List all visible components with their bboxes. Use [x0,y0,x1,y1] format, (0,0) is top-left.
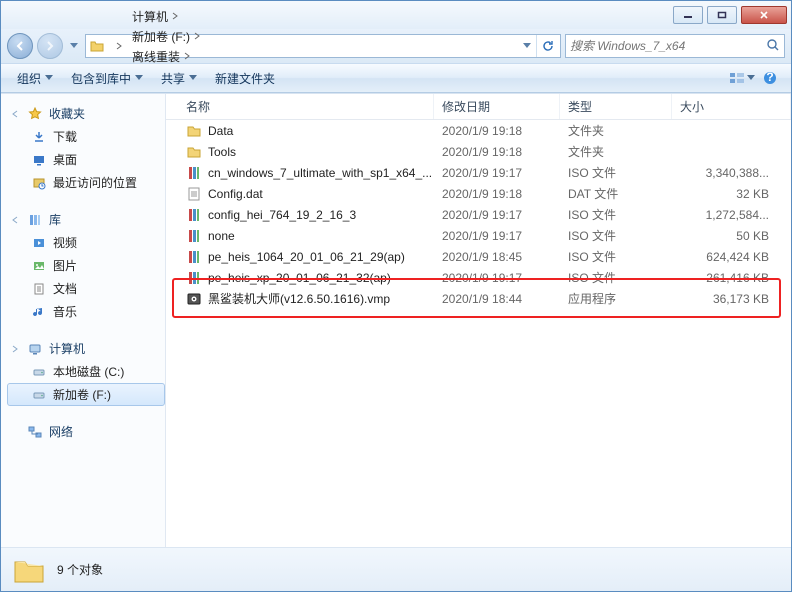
iso-icon [186,207,202,223]
file-row[interactable]: Data2020/1/9 19:18文件夹 [166,120,791,141]
nav-bar: 计算机新加卷 (F:)离线重装Windows_7_x64 [1,29,791,63]
history-dropdown[interactable] [67,33,81,59]
sidebar-item-fdrive[interactable]: 新加卷 (F:) [7,383,165,406]
col-type[interactable]: 类型 [560,94,672,119]
view-button[interactable] [729,67,755,89]
newfolder-button[interactable]: 新建文件夹 [207,67,283,89]
star-icon [27,106,43,122]
minimize-button[interactable] [673,6,703,24]
video-icon [31,235,47,251]
refresh-button[interactable] [536,35,558,57]
content-area: 名称 修改日期 类型 大小 Data2020/1/9 19:18文件夹Tools… [166,94,791,547]
sidebar-item-pictures[interactable]: 图片 [7,254,165,277]
computer-icon [27,341,43,357]
titlebar [1,1,791,29]
dat-icon [186,186,202,202]
iso-icon [186,228,202,244]
sidebar-item-downloads[interactable]: 下载 [7,125,165,148]
file-row[interactable]: pe_heis_xp_20_01_06_21_32(ap)2020/1/9 19… [166,267,791,288]
back-button[interactable] [7,33,33,59]
iso-icon [186,270,202,286]
sidebar-item-desktop[interactable]: 桌面 [7,148,165,171]
share-button[interactable]: 共享 [153,67,205,89]
breadcrumb-0[interactable]: 计算机 [128,6,234,26]
col-name[interactable]: 名称 [178,94,434,119]
status-text: 9 个对象 [57,561,103,578]
sidebar-item-documents[interactable]: 文档 [7,277,165,300]
body: 收藏夹 下载桌面最近访问的位置 库 视频图片文档音乐 计算机 本地磁盘 (C:)… [1,93,791,547]
sidebar-item-cdrive[interactable]: 本地磁盘 (C:) [7,360,165,383]
col-date[interactable]: 修改日期 [434,94,560,119]
file-row[interactable]: none2020/1/9 19:17ISO 文件50 KB [166,225,791,246]
folder-icon [11,552,47,588]
library-icon [27,212,43,228]
address-dropdown[interactable] [520,33,534,59]
recent-icon [31,175,47,191]
sidebar-network[interactable]: 网络 [7,420,165,443]
iso-icon [186,249,202,265]
search-icon [766,38,780,55]
search-box[interactable] [565,34,785,58]
file-row[interactable]: pe_heis_1064_20_01_06_21_29(ap)2020/1/9 … [166,246,791,267]
file-row[interactable]: config_hei_764_19_2_16_32020/1/9 19:17IS… [166,204,791,225]
close-button[interactable] [741,6,787,24]
file-list[interactable]: Data2020/1/9 19:18文件夹Tools2020/1/9 19:18… [166,120,791,547]
sidebar: 收藏夹 下载桌面最近访问的位置 库 视频图片文档音乐 计算机 本地磁盘 (C:)… [1,94,166,547]
documents-icon [31,281,47,297]
folder-icon [186,144,202,160]
pictures-icon [31,258,47,274]
status-bar: 9 个对象 [1,547,791,591]
col-size[interactable]: 大小 [672,94,791,119]
file-row[interactable]: Tools2020/1/9 19:18文件夹 [166,141,791,162]
music-icon [31,304,47,320]
fdrive-icon [31,387,47,403]
crumb-sep-root[interactable] [108,36,126,56]
sidebar-computer[interactable]: 计算机 [7,337,165,360]
sidebar-item-recent[interactable]: 最近访问的位置 [7,171,165,194]
desktop-icon [31,152,47,168]
organize-button[interactable]: 组织 [9,67,61,89]
forward-button[interactable] [37,33,63,59]
file-row[interactable]: cn_windows_7_ultimate_with_sp1_x64_...20… [166,162,791,183]
folder-icon [88,37,106,55]
network-icon [27,424,43,440]
file-row[interactable]: Config.dat2020/1/9 19:18DAT 文件32 KB [166,183,791,204]
toolbar: 组织 包含到库中 共享 新建文件夹 ? [1,63,791,93]
sidebar-favorites[interactable]: 收藏夹 [7,102,165,125]
folder-icon [186,123,202,139]
exe-icon [186,291,202,307]
file-row[interactable]: 黑鲨装机大师(v12.6.50.1616).vmp2020/1/9 18:44应… [166,288,791,309]
sidebar-libraries[interactable]: 库 [7,208,165,231]
sidebar-item-music[interactable]: 音乐 [7,300,165,323]
explorer-window: 计算机新加卷 (F:)离线重装Windows_7_x64 组织 包含到库中 共享… [0,0,792,592]
help-icon[interactable]: ? [757,67,783,89]
breadcrumb-1[interactable]: 新加卷 (F:) [128,26,234,46]
iso-icon [186,165,202,181]
search-input[interactable] [570,39,762,53]
include-library-button[interactable]: 包含到库中 [63,67,151,89]
svg-text:?: ? [766,71,773,84]
cdrive-icon [31,364,47,380]
column-headers: 名称 修改日期 类型 大小 [166,94,791,120]
downloads-icon [31,129,47,145]
sidebar-item-video[interactable]: 视频 [7,231,165,254]
maximize-button[interactable] [707,6,737,24]
address-bar[interactable]: 计算机新加卷 (F:)离线重装Windows_7_x64 [85,34,561,58]
